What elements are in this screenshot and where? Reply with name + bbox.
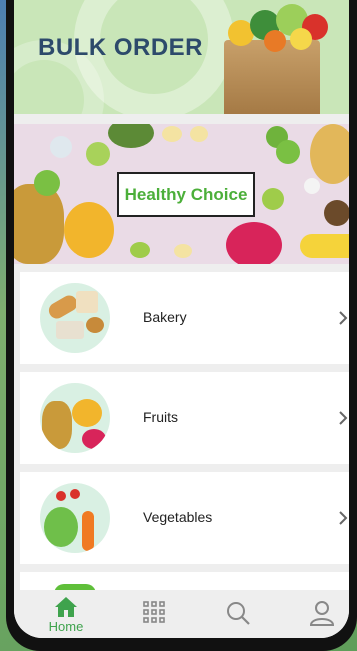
device-background: BULK ORDER Healthy Choice Bakery Fruits … [0,0,357,651]
healthy-choice-banner[interactable]: Healthy Choice [14,124,349,264]
nav-home-label: Home [48,619,84,634]
nav-categories[interactable] [124,600,184,638]
chevron-right-icon [339,311,348,325]
grid-icon [143,601,165,623]
bottom-navigation: Home [14,590,349,638]
search-icon [227,602,250,625]
fruits-thumbnail [40,383,110,453]
profile-icon [309,601,335,626]
category-item-partial[interactable] [20,572,349,594]
chevron-right-icon [339,511,348,525]
home-icon [55,597,77,617]
chevron-right-icon [339,411,348,425]
category-label: Fruits [143,409,178,425]
nav-home[interactable]: Home [36,596,96,636]
header-banner: BULK ORDER [14,0,349,114]
app-screen: BULK ORDER Healthy Choice Bakery Fruits … [14,0,349,638]
category-item-bakery[interactable]: Bakery [20,272,349,364]
category-label: Vegetables [143,509,213,525]
bakery-thumbnail [40,283,110,353]
banner-label: Healthy Choice [117,172,255,217]
category-label: Bakery [143,309,187,325]
category-item-vegetables[interactable]: Vegetables [20,472,349,564]
page-title: BULK ORDER [38,34,203,61]
nav-search[interactable] [208,600,268,638]
category-item-fruits[interactable]: Fruits [20,372,349,464]
phone-frame: BULK ORDER Healthy Choice Bakery Fruits … [6,0,357,651]
vegetables-thumbnail [40,483,110,553]
nav-profile[interactable] [292,600,349,638]
